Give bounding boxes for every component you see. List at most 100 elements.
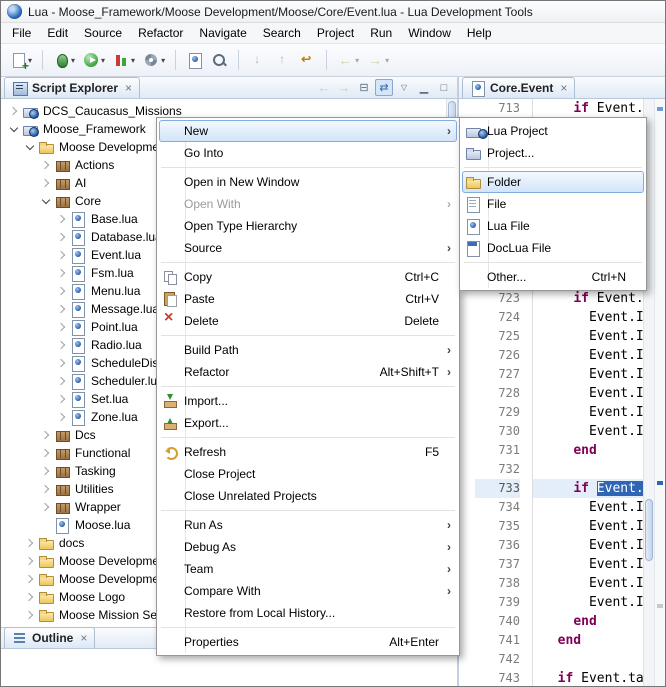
line-number[interactable]: 736 xyxy=(475,536,520,555)
menu-item-close-project[interactable]: Close Project xyxy=(159,463,457,485)
menu-run[interactable]: Run xyxy=(362,24,400,42)
expander-icon[interactable] xyxy=(9,106,19,116)
code-line[interactable]: Event.IniCategory = Event.IniDCSUnit:get… xyxy=(533,403,643,422)
line-number[interactable]: 731 xyxy=(475,441,520,460)
minimize-icon[interactable]: ▁ xyxy=(415,79,433,96)
menu-item-export[interactable]: Export... xyxy=(159,412,457,434)
code-line[interactable]: Event.IniTypeName = Event.IniDCSUnit:get… xyxy=(533,422,643,441)
code-line[interactable]: Event.IniCategory = Event.IniDCSUnit:get… xyxy=(533,593,643,612)
expander-icon[interactable] xyxy=(41,448,51,458)
dropdown-arrow-icon[interactable]: ▾ xyxy=(101,56,105,65)
tab-script-explorer[interactable]: Script Explorer × xyxy=(4,77,140,98)
menu-project[interactable]: Project xyxy=(309,24,362,42)
line-number[interactable]: 725 xyxy=(475,327,520,346)
expander-icon[interactable] xyxy=(41,484,51,494)
menu-item-import[interactable]: Import... xyxy=(159,390,457,412)
code-line[interactable]: Event.IniDCSUnit = Event.initiator xyxy=(533,498,643,517)
dropdown-arrow-icon[interactable]: ▾ xyxy=(131,56,135,65)
menu-item-refactor[interactable]: RefactorAlt+Shift+T› xyxy=(159,361,457,383)
menu-item-project[interactable]: Project... xyxy=(462,142,644,164)
dropdown-arrow-icon[interactable]: ▾ xyxy=(71,56,75,65)
code-line[interactable]: if Event.IniObjectCategory == Object.Cat… xyxy=(533,479,643,498)
code-line[interactable]: Event.IniUnitName = Event.IniDCSUnitName xyxy=(533,346,643,365)
menu-search[interactable]: Search xyxy=(255,24,309,42)
line-number[interactable]: 734 xyxy=(475,498,520,517)
menu-window[interactable]: Window xyxy=(400,24,459,42)
expander-icon[interactable] xyxy=(57,304,67,314)
external-tools-button[interactable]: ▾ xyxy=(140,48,168,72)
menu-item-compare-with[interactable]: Compare With› xyxy=(159,580,457,602)
expander-icon[interactable] xyxy=(57,358,67,368)
back-icon[interactable]: ← xyxy=(315,79,333,96)
menu-item-other[interactable]: Other...Ctrl+N xyxy=(462,266,644,288)
menu-source[interactable]: Source xyxy=(76,24,130,42)
view-menu-icon[interactable]: ▽ xyxy=(395,79,413,96)
menu-item-paste[interactable]: PasteCtrl+V xyxy=(159,288,457,310)
menu-item-open-type-hierarchy[interactable]: Open Type Hierarchy xyxy=(159,215,457,237)
expander-icon[interactable] xyxy=(57,250,67,260)
expander-icon[interactable] xyxy=(57,232,67,242)
close-icon[interactable]: × xyxy=(125,81,132,95)
menu-item-folder[interactable]: Folder xyxy=(462,171,644,193)
code-line[interactable]: end xyxy=(533,441,643,460)
menu-item-delete[interactable]: DeleteDelete xyxy=(159,310,457,332)
expander-icon[interactable] xyxy=(41,160,51,170)
line-number[interactable]: 729 xyxy=(475,403,520,422)
editor-scrollbar-thumb[interactable] xyxy=(645,499,653,561)
expander-icon[interactable] xyxy=(57,286,67,296)
menu-edit[interactable]: Edit xyxy=(39,24,76,42)
line-number[interactable]: 727 xyxy=(475,365,520,384)
expander-icon[interactable] xyxy=(57,394,67,404)
expander-icon[interactable] xyxy=(41,502,51,512)
code-line[interactable]: Event.IniUnit = STATIC:FindByName( Event… xyxy=(533,365,643,384)
overview-ruler[interactable] xyxy=(654,99,665,686)
new-button[interactable]: ▾ xyxy=(7,48,35,72)
expander-icon[interactable] xyxy=(25,538,35,548)
line-number[interactable]: 740 xyxy=(475,612,520,631)
line-number[interactable]: 732 xyxy=(475,460,520,479)
close-icon[interactable]: × xyxy=(80,631,87,645)
menu-item-copy[interactable]: CopyCtrl+C xyxy=(159,266,457,288)
menu-item-refresh[interactable]: RefreshF5 xyxy=(159,441,457,463)
expander-icon[interactable] xyxy=(57,340,67,350)
forward-button[interactable]: ▾ xyxy=(364,48,392,72)
line-number[interactable]: 743 xyxy=(475,669,520,686)
tab-core-event[interactable]: Core.Event × xyxy=(462,77,575,98)
code-line[interactable]: if Event.IniObjectCategory == Object.Cat… xyxy=(533,289,643,308)
code-line[interactable]: end xyxy=(533,612,643,631)
code-line[interactable]: if Event.IniObjectCategory == Object.Cat… xyxy=(533,99,643,118)
menu-item-debug-as[interactable]: Debug As› xyxy=(159,536,457,558)
menu-item-run-as[interactable]: Run As› xyxy=(159,514,457,536)
expander-icon[interactable] xyxy=(9,124,19,134)
menu-item-build-path[interactable]: Build Path› xyxy=(159,339,457,361)
menu-item-source[interactable]: Source› xyxy=(159,237,457,259)
code-line[interactable]: Event.IniCoalition = Event.IniDCSUnit:ge… xyxy=(533,574,643,593)
code-line[interactable]: Event.IniUnitName = Event.IniDCSUnitName xyxy=(533,536,643,555)
line-number[interactable]: 730 xyxy=(475,422,520,441)
line-number[interactable]: 738 xyxy=(475,574,520,593)
link-with-editor-icon[interactable]: ⇄ xyxy=(375,79,393,96)
maximize-icon[interactable]: □ xyxy=(435,79,453,96)
expander-icon[interactable] xyxy=(25,574,35,584)
search-button[interactable] xyxy=(208,48,231,72)
run-button[interactable]: ▾ xyxy=(80,48,108,72)
expander-icon[interactable] xyxy=(25,610,35,620)
menu-item-properties[interactable]: PropertiesAlt+Enter xyxy=(159,631,457,653)
expander-icon[interactable] xyxy=(41,466,51,476)
menu-navigate[interactable]: Navigate xyxy=(191,24,254,42)
expander-icon[interactable] xyxy=(57,214,67,224)
menu-file[interactable]: File xyxy=(4,24,39,42)
menu-item-new[interactable]: New› xyxy=(159,120,457,142)
expander-icon[interactable] xyxy=(41,196,51,206)
expander-icon[interactable] xyxy=(25,556,35,566)
next-annotation-button[interactable] xyxy=(246,48,269,72)
menu-item-open-in-new-window[interactable]: Open in New Window xyxy=(159,171,457,193)
menu-item-doclua-file[interactable]: DocLua File xyxy=(462,237,644,259)
expander-icon[interactable] xyxy=(41,178,51,188)
menu-item-file[interactable]: File xyxy=(462,193,644,215)
tab-outline[interactable]: Outline × xyxy=(4,627,95,648)
previous-annotation-button[interactable] xyxy=(271,48,294,72)
dropdown-arrow-icon[interactable]: ▾ xyxy=(161,56,165,65)
menu-item-go-into[interactable]: Go Into xyxy=(159,142,457,164)
code-line[interactable] xyxy=(533,460,643,479)
